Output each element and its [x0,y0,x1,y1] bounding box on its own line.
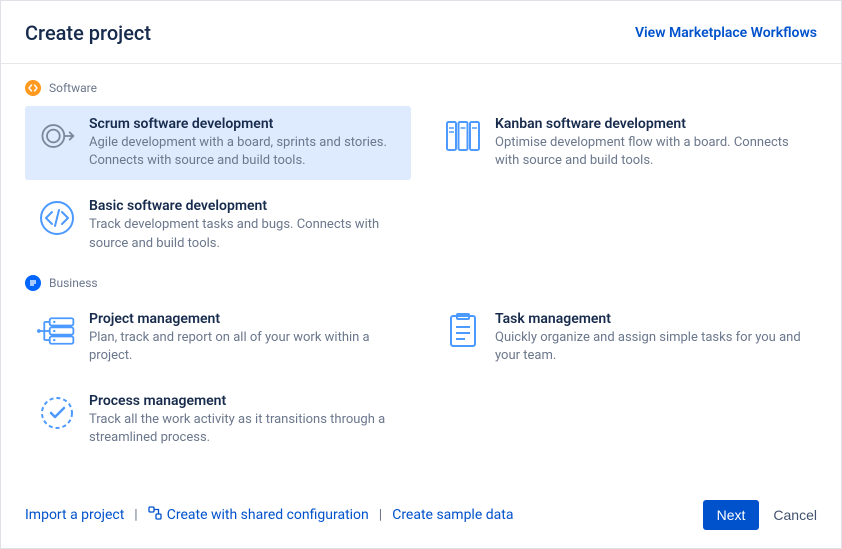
category-label: Software [49,81,97,95]
software-icon [25,80,41,96]
next-button[interactable]: Next [703,500,760,530]
template-desc: Quickly organize and assign simple tasks… [495,329,805,365]
template-project-management[interactable]: Project management Plan, track and repor… [25,301,411,375]
task-management-icon [443,311,483,351]
category-software: Software Scrum software development Agil… [25,80,817,263]
category-header: Software [25,80,817,96]
template-desc: Plan, track and report on all of your wo… [89,329,399,365]
category-business: Business [25,275,817,458]
process-management-icon [37,393,77,433]
template-task-management[interactable]: Task management Quickly organize and ass… [431,301,817,375]
separator: | [134,507,137,523]
dialog-title: Create project [25,21,151,45]
separator: | [379,507,382,523]
template-title: Scrum software development [89,116,399,132]
template-title: Basic software development [89,198,399,214]
code-icon [37,198,77,238]
import-project-link[interactable]: Import a project [25,507,124,523]
template-desc: Agile development with a board, sprints … [89,134,399,170]
scrum-icon [37,116,77,156]
shared-config-icon [148,506,162,524]
template-desc: Track development tasks and bugs. Connec… [89,216,399,252]
marketplace-link[interactable]: View Marketplace Workflows [635,25,817,41]
category-header: Business [25,275,817,291]
template-kanban[interactable]: Kanban software development Optimise dev… [431,106,817,180]
template-title: Kanban software development [495,116,805,132]
category-label: Business [49,276,98,290]
dialog-header: Create project View Marketplace Workflow… [1,1,841,64]
template-title: Project management [89,311,399,327]
shared-config-label: Create with shared configuration [167,507,369,523]
project-management-icon [37,311,77,351]
template-desc: Optimise development flow with a board. … [495,134,805,170]
template-process-management[interactable]: Process management Track all the work ac… [25,383,411,457]
business-icon [25,275,41,291]
kanban-icon [443,116,483,156]
sample-data-link[interactable]: Create sample data [392,507,513,523]
cancel-button[interactable]: Cancel [773,507,817,523]
template-scrum[interactable]: Scrum software development Agile develop… [25,106,411,180]
dialog-footer: Import a project | Create with shared co… [1,484,841,548]
template-desc: Track all the work activity as it transi… [89,411,399,447]
shared-config-link[interactable]: Create with shared configuration [148,506,369,524]
template-basic-software[interactable]: Basic software development Track develop… [25,188,411,262]
template-list: Software Scrum software development Agil… [1,64,841,484]
template-title: Process management [89,393,399,409]
template-title: Task management [495,311,805,327]
